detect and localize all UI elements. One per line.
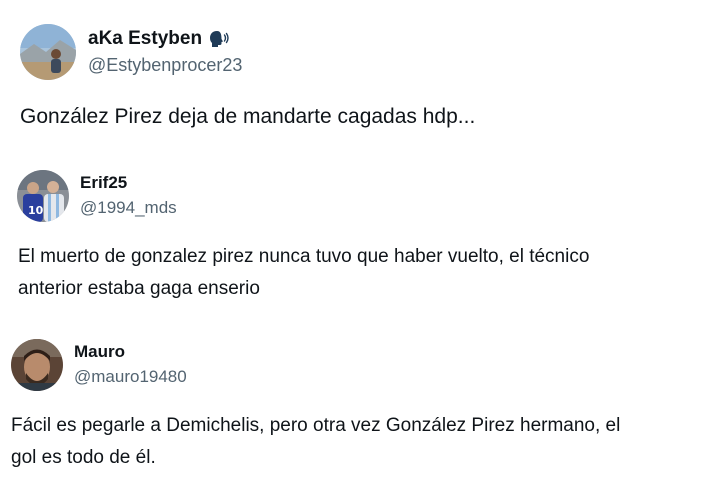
handle[interactable]: @Estybenprocer23 (88, 55, 242, 76)
display-name[interactable]: Erif25 (80, 173, 127, 193)
avatar[interactable]: 10 (17, 170, 69, 222)
tweet-card[interactable]: Mauro @mauro19480 Fácil es pegarle a Dem… (0, 325, 728, 488)
avatar[interactable] (20, 24, 76, 80)
tweet-text: González Pirez deja de mandarte cagadas … (20, 105, 476, 128)
svg-text:10: 10 (28, 204, 44, 217)
speaking-head-icon (208, 28, 230, 50)
tweet-card[interactable]: aKa Estyben @Estybenprocer23 González Pi… (0, 0, 728, 160)
tweet-text-line: anterior estaba gaga enserio (18, 278, 260, 299)
avatar-image (11, 339, 63, 391)
tweet-text-line: gol es todo de él. (11, 447, 156, 468)
display-name[interactable]: aKa Estyben (88, 28, 202, 50)
display-name[interactable]: Mauro (74, 342, 125, 362)
handle[interactable]: @1994_mds (80, 198, 177, 218)
avatar-image: 10 (17, 170, 69, 222)
tweet-card[interactable]: 10 Erif25 @1994_mds El muerto de gonzale… (0, 160, 728, 310)
avatar[interactable] (11, 339, 63, 391)
tweet-text-line: Fácil es pegarle a Demichelis, pero otra… (11, 415, 621, 436)
tweet-text-line: El muerto de gonzalez pirez nunca tuvo q… (18, 246, 590, 267)
avatar-image (20, 24, 76, 80)
handle[interactable]: @mauro19480 (74, 367, 187, 387)
